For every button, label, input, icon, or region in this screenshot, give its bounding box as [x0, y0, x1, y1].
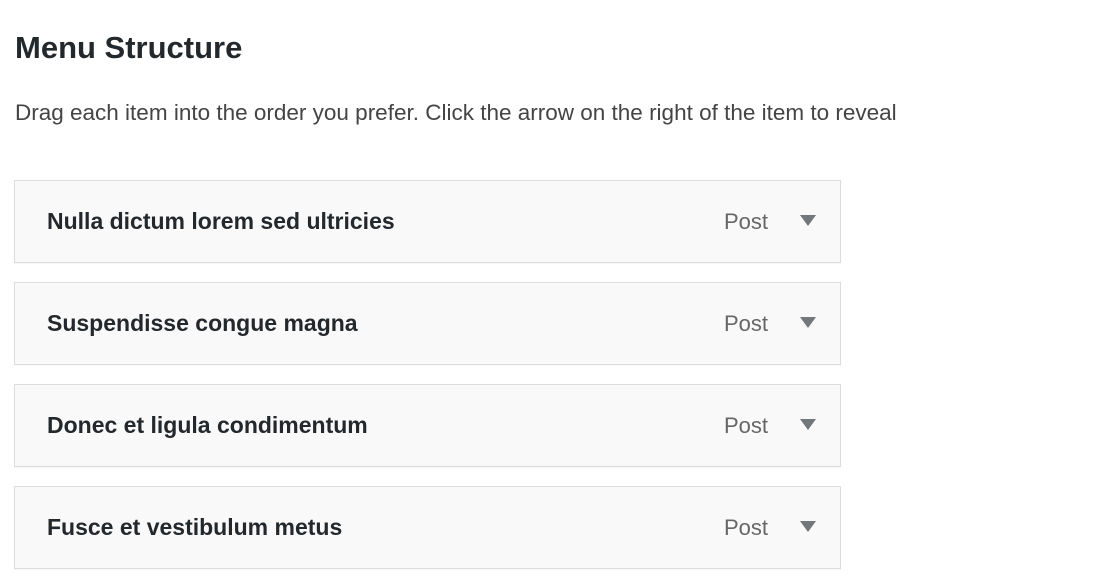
instructions: Drag each item into the order you prefer… — [15, 100, 897, 125]
page-title: Menu Structure — [15, 30, 243, 65]
menu-item[interactable]: Fusce et vestibulum metus Post — [14, 486, 841, 569]
menu-item[interactable]: Donec et ligula condimentum Post — [14, 384, 841, 467]
menu-item-title: Fusce et vestibulum metus — [47, 514, 343, 540]
menu-item[interactable]: Suspendisse congue magna Post — [14, 282, 841, 365]
expand-arrow-icon[interactable] — [800, 419, 816, 430]
menu-item-title: Donec et ligula condimentum — [47, 412, 368, 438]
menu-item-type: Post — [723, 515, 768, 540]
menu-item-type: Post — [723, 209, 768, 234]
menu-item-title: Suspendisse congue magna — [47, 310, 358, 336]
menu-item[interactable]: Nulla dictum lorem sed ultricies Post — [14, 180, 841, 263]
expand-arrow-icon[interactable] — [800, 215, 816, 226]
expand-arrow-icon[interactable] — [800, 317, 816, 328]
menu-item-type: Post — [723, 413, 768, 438]
expand-arrow-icon[interactable] — [800, 521, 816, 532]
menu-item-type: Post — [723, 311, 768, 336]
menu-item-title: Nulla dictum lorem sed ultricies — [47, 208, 395, 234]
